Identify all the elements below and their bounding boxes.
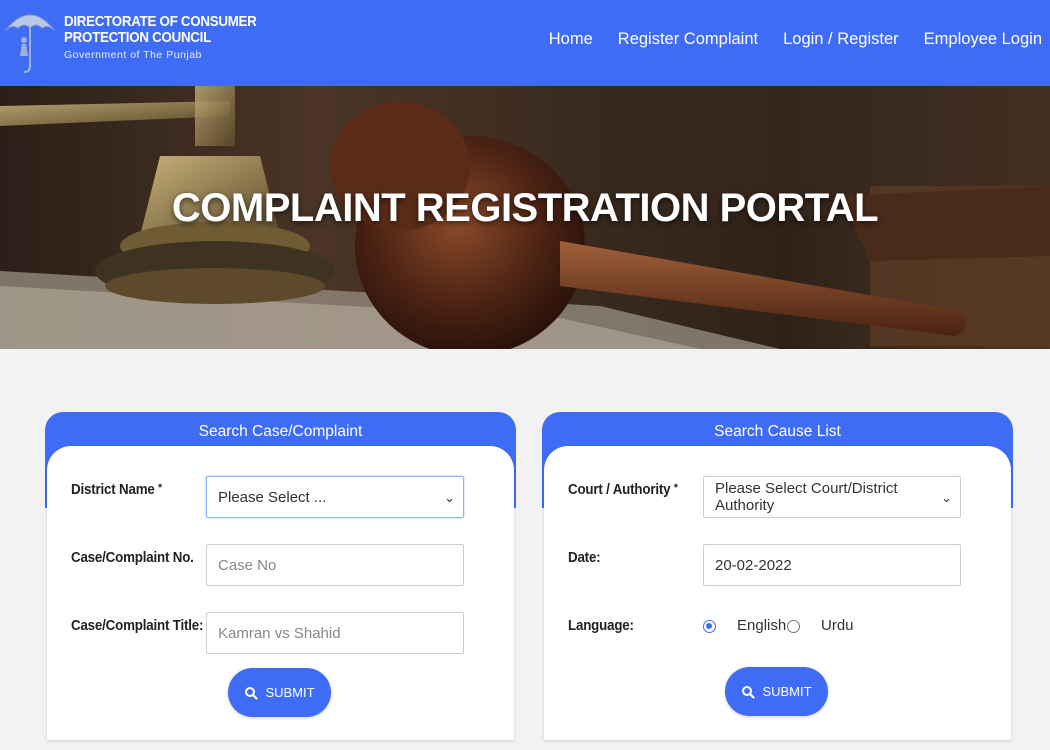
nav-home[interactable]: Home <box>549 30 593 49</box>
case-title-placeholder: Kamran vs Shahid <box>218 624 341 642</box>
search-icon <box>245 686 259 700</box>
date-value: 20-02-2022 <box>715 556 792 574</box>
page-title: COMPLAINT REGISTRATION PORTAL <box>171 186 879 230</box>
case-no-input[interactable]: Case No <box>206 544 464 586</box>
district-label-text: District Name <box>71 482 155 498</box>
nav-register-complaint[interactable]: Register Complaint <box>618 30 758 49</box>
chevron-down-icon: ⌄ <box>444 490 455 505</box>
cause-list-submit-button[interactable]: SUBMIT <box>725 667 828 716</box>
hero-banner: COMPLAINT REGISTRATION PORTAL <box>0 86 1050 349</box>
language-english-radio[interactable] <box>703 620 716 633</box>
case-title-input[interactable]: Kamran vs Shahid <box>206 612 464 654</box>
language-english-label[interactable]: English <box>737 617 786 634</box>
submit-label: SUBMIT <box>762 684 812 699</box>
submit-label: SUBMIT <box>265 685 315 700</box>
search-icon <box>742 685 756 699</box>
top-header: DIRECTORATE OF CONSUMER PROTECTION COUNC… <box>0 0 1050 86</box>
language-label: Language: <box>568 618 634 634</box>
required-mark: * <box>158 482 162 494</box>
court-label: Court / Authority * <box>568 482 678 498</box>
cause-list-form: Court / Authority * Please Select Court/… <box>544 446 1011 740</box>
court-label-text: Court / Authority <box>568 482 671 498</box>
date-input[interactable]: 20-02-2022 <box>703 544 961 586</box>
search-case-form: District Name * Please Select ... ⌄ Case… <box>47 446 514 740</box>
court-select[interactable]: Please Select Court/District Authority ⌄ <box>703 476 961 518</box>
search-case-submit-button[interactable]: SUBMIT <box>228 668 331 717</box>
case-no-label: Case/Complaint No. <box>71 550 194 566</box>
nav-employee-login[interactable]: Employee Login <box>924 30 1042 49</box>
org-name-line2: PROTECTION COUNCIL <box>64 30 211 46</box>
org-name-line1: DIRECTORATE OF CONSUMER <box>64 14 257 30</box>
required-mark: * <box>673 482 678 494</box>
case-no-placeholder: Case No <box>218 556 277 574</box>
org-government: Government of The Punjab <box>64 49 202 61</box>
court-select-value: Please Select Court/District Authority <box>715 480 898 514</box>
district-select[interactable]: Please Select ... ⌄ <box>206 476 464 518</box>
language-urdu-radio[interactable] <box>787 620 800 633</box>
date-label: Date: <box>568 550 601 566</box>
case-title-label: Case/Complaint Title: <box>71 618 204 634</box>
brand-block[interactable]: DIRECTORATE OF CONSUMER PROTECTION COUNC… <box>64 14 273 61</box>
chevron-down-icon: ⌄ <box>941 490 952 505</box>
umbrella-logo-icon[interactable] <box>4 4 56 74</box>
cause-list-card: Search Cause List Court / Authority * Pl… <box>542 412 1013 742</box>
language-urdu-label[interactable]: Urdu <box>821 617 854 634</box>
search-case-title: Search Case/Complaint <box>198 423 363 440</box>
main-nav: Home Register Complaint Login / Register… <box>524 30 1042 49</box>
district-label: District Name * <box>71 482 162 498</box>
search-case-card: Search Case/Complaint District Name * Pl… <box>45 412 516 742</box>
nav-login-register[interactable]: Login / Register <box>783 30 899 49</box>
cause-list-title: Search Cause List <box>714 423 841 440</box>
district-select-value: Please Select ... <box>218 488 327 506</box>
